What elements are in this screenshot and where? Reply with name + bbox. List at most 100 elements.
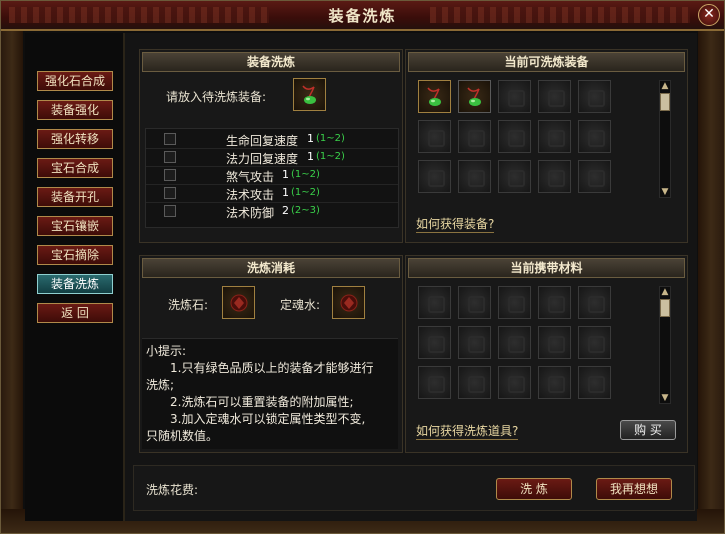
refine-panel: 装备洗炼 请放入待洗炼装备: 生命回复速度 1 (1~2) 法力回复速度 1 (… [139,49,403,243]
attribute-value: 1 [307,150,314,163]
refining-stone-slot[interactable] [222,286,255,319]
refine-panel-title: 装备洗炼 [142,52,400,72]
empty-slot-icon [548,296,565,313]
material-slot[interactable] [578,286,611,319]
scroll-down-arrow-icon[interactable]: ▼ [660,393,670,403]
empty-slot-icon [428,130,445,147]
nav-item-enhance-transfer[interactable]: 强化转移 [37,129,113,149]
water-label: 定魂水: [280,298,321,312]
equip-slot[interactable] [458,80,491,113]
material-slot[interactable] [498,366,531,399]
material-slot[interactable] [538,326,571,359]
scroll-thumb[interactable] [660,299,670,317]
empty-slot-icon [508,336,525,353]
tip-1: 1.只有绿色品质以上的装备才能够进行 [170,361,374,375]
refining-stone-icon [230,294,248,312]
attribute-range: (1~2) [316,151,345,162]
how-to-get-materials-link[interactable]: 如何获得洗炼道具? [416,422,519,440]
equip-slot[interactable] [578,80,611,113]
equip-slot[interactable] [418,80,451,113]
title-bar[interactable]: 装备洗炼 ✕ [1,1,724,31]
empty-slot-icon [548,170,565,187]
material-slot[interactable] [418,326,451,359]
attribute-lock-checkbox[interactable] [164,205,176,217]
empty-slot-icon [428,336,445,353]
refine-prompt: 请放入待洗炼装备: [166,90,267,104]
material-slot[interactable] [418,286,451,319]
equip-slot[interactable] [458,160,491,193]
empty-slot-icon [468,376,485,393]
empty-slot-icon [588,90,605,107]
cancel-button[interactable]: 我再想想 [596,478,672,500]
material-slot[interactable] [458,286,491,319]
buy-button[interactable]: 购 买 [620,420,676,440]
attribute-lock-checkbox[interactable] [164,151,176,163]
nav-item-socket-open[interactable]: 装备开孔 [37,187,113,207]
material-slot[interactable] [418,366,451,399]
equip-slot[interactable] [418,160,451,193]
material-slot[interactable] [578,326,611,359]
material-slot[interactable] [538,366,571,399]
nav-item-return[interactable]: 返 回 [37,303,113,323]
attribute-value: 1 [282,186,289,199]
nav-sidebar: 强化石合成 装备强化 强化转移 宝石合成 装备开孔 宝石镶嵌 宝石摘除 装备洗炼… [25,33,125,521]
empty-slot-icon [428,296,445,313]
tip-3: 3.加入定魂水可以锁定属性类型不变, [170,412,366,426]
equip-slot[interactable] [458,120,491,153]
equip-slot[interactable] [418,120,451,153]
equip-panel-title: 当前可洗炼装备 [408,52,685,72]
materials-panel-title: 当前携带材料 [408,258,685,278]
scroll-thumb[interactable] [660,93,670,111]
materials-scrollbar[interactable]: ▲ ▼ [659,286,671,404]
material-slot[interactable] [498,286,531,319]
refine-button[interactable]: 洗 炼 [496,478,572,500]
attribute-name: 煞气攻击 [226,170,275,184]
close-button[interactable]: ✕ [698,4,720,26]
refine-equip-slot[interactable] [293,78,326,111]
empty-slot-icon [588,336,605,353]
empty-slot-icon [468,170,485,187]
equip-slot[interactable] [578,120,611,153]
equip-slot[interactable] [538,80,571,113]
empty-slot-icon [468,130,485,147]
equip-slot[interactable] [498,160,531,193]
nav-item-gem-remove[interactable]: 宝石摘除 [37,245,113,265]
material-slot[interactable] [578,366,611,399]
materials-panel: 当前携带材料 ▲ ▼ 如何获得洗炼道具? 购 买 [405,255,688,453]
green-pendant-icon [302,85,316,104]
frame-left [1,31,23,533]
nav-item-gem-stone-combine[interactable]: 强化石合成 [37,71,113,91]
nav-item-gem-inlay[interactable]: 宝石镶嵌 [37,216,113,236]
cost-panel-title: 洗炼消耗 [142,258,400,278]
equip-slot[interactable] [578,160,611,193]
nav-item-gem-combine[interactable]: 宝石合成 [37,158,113,178]
how-to-get-equip-link[interactable]: 如何获得装备? [416,215,495,233]
nav-item-equip-enhance[interactable]: 装备强化 [37,100,113,120]
empty-slot-icon [428,170,445,187]
soul-water-slot[interactable] [332,286,365,319]
attribute-row: 生命回复速度 1 (1~2) [146,131,398,149]
equip-slot[interactable] [498,80,531,113]
equip-scrollbar[interactable]: ▲ ▼ [659,80,671,198]
scroll-up-arrow-icon[interactable]: ▲ [660,81,670,91]
equip-slot[interactable] [538,120,571,153]
material-slot[interactable] [538,286,571,319]
attribute-lock-checkbox[interactable] [164,133,176,145]
attribute-lock-checkbox[interactable] [164,187,176,199]
refine-window: 装备洗炼 ✕ 强化石合成 装备强化 强化转移 宝石合成 装备开孔 宝石镶嵌 宝石… [0,0,725,534]
nav-item-equip-refine[interactable]: 装备洗炼 [37,274,113,294]
scroll-up-arrow-icon[interactable]: ▲ [660,287,670,297]
equip-slot[interactable] [498,120,531,153]
material-slot[interactable] [458,326,491,359]
scroll-down-arrow-icon[interactable]: ▼ [660,187,670,197]
material-slot[interactable] [458,366,491,399]
empty-slot-icon [428,376,445,393]
equip-slot[interactable] [538,160,571,193]
material-slot[interactable] [498,326,531,359]
attribute-lock-checkbox[interactable] [164,169,176,181]
close-icon: ✕ [703,6,715,22]
empty-slot-icon [548,336,565,353]
empty-slot-icon [548,130,565,147]
attribute-value: 1 [282,168,289,181]
empty-slot-icon [588,296,605,313]
